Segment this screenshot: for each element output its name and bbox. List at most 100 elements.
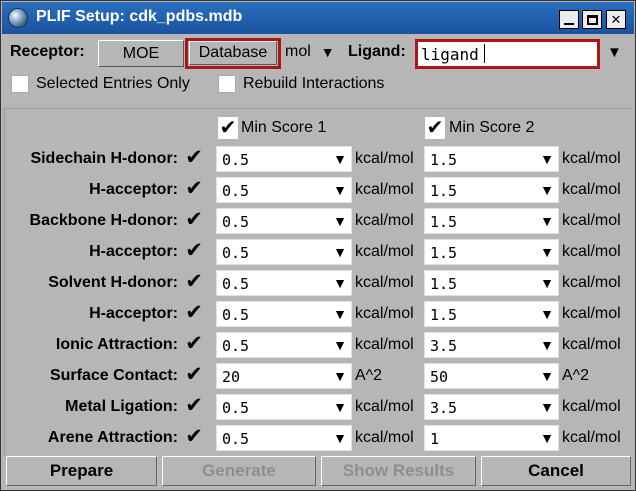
score-1-unit: kcal/mol (355, 212, 414, 229)
score-2-select[interactable]: 1.5 ▼ (424, 208, 559, 234)
score-2-unit: kcal/mol (562, 181, 621, 198)
score-1-select[interactable]: 0.5 ▼ (216, 208, 352, 234)
score-1-select[interactable]: 0.5 ▼ (216, 177, 352, 203)
chevron-down-icon: ▼ (540, 430, 554, 446)
score-2-value: 3.5 (430, 337, 458, 355)
score-1-select[interactable]: 0.5 ▼ (216, 425, 352, 451)
score-1-select[interactable]: 0.5 ▼ (216, 332, 352, 358)
moe-button[interactable]: MOE (98, 40, 184, 67)
row-label: H-acceptor: (89, 305, 178, 322)
score-2-unit: kcal/mol (562, 305, 621, 322)
row-enable-checkbox[interactable]: ✔ (184, 302, 204, 324)
row-enable-checkbox[interactable]: ✔ (184, 364, 204, 386)
score-1-value: 0.5 (222, 275, 250, 293)
mol-select-value: mol (285, 43, 311, 60)
score-1-unit: kcal/mol (355, 398, 414, 415)
chevron-down-icon: ▼ (540, 213, 554, 229)
ligand-input[interactable] (421, 44, 591, 64)
row-label: Solvent H-donor: (48, 274, 178, 291)
score-1-value: 0.5 (222, 213, 250, 231)
score-2-select[interactable]: 3.5 ▼ (424, 394, 559, 420)
score-1-value: 0.5 (222, 430, 250, 448)
rebuild-interactions-checkbox[interactable] (218, 75, 236, 93)
min-score-1-header: Min Score 1 (241, 119, 327, 136)
generate-button[interactable]: Generate (162, 456, 316, 486)
score-1-select[interactable]: 0.5 ▼ (216, 239, 352, 265)
score-2-select[interactable]: 1 ▼ (424, 425, 559, 451)
chevron-down-icon: ▼ (333, 275, 347, 291)
min-score-2-checkbox[interactable]: ✔ (425, 117, 445, 139)
chevron-down-icon: ▼ (320, 44, 335, 60)
score-2-unit: kcal/mol (562, 398, 621, 415)
score-1-unit: kcal/mol (355, 150, 414, 167)
score-1-unit: kcal/mol (355, 305, 414, 322)
prepare-button[interactable]: Prepare (6, 456, 157, 486)
chevron-down-icon: ▼ (333, 368, 347, 384)
score-1-select[interactable]: 0.5 ▼ (216, 270, 352, 296)
row-label: Ionic Attraction: (55, 336, 178, 353)
plif-setup-window: PLIF Setup: cdk_pdbs.mdb ✕ Receptor: MOE… (0, 0, 636, 491)
close-icon[interactable]: ✕ (606, 10, 626, 29)
score-1-value: 0.5 (222, 399, 250, 417)
title-bar[interactable]: PLIF Setup: cdk_pdbs.mdb ✕ (2, 2, 634, 34)
score-2-select[interactable]: 1.5 ▼ (424, 239, 559, 265)
score-1-unit: kcal/mol (355, 181, 414, 198)
score-2-unit: kcal/mol (562, 336, 621, 353)
score-1-value: 0.5 (222, 182, 250, 200)
score-2-unit: A^2 (562, 367, 590, 384)
minimize-icon[interactable] (559, 10, 579, 29)
mol-select[interactable]: mol ▼ (285, 43, 343, 61)
row-label: Surface Contact: (49, 367, 178, 384)
row-enable-checkbox[interactable]: ✔ (184, 395, 204, 417)
row-label: Backbone H-donor: (29, 212, 178, 229)
row-enable-checkbox[interactable]: ✔ (184, 333, 204, 355)
chevron-down-icon: ▼ (333, 337, 347, 353)
ligand-field[interactable] (415, 39, 600, 69)
score-2-select[interactable]: 3.5 ▼ (424, 332, 559, 358)
score-1-select[interactable]: 0.5 ▼ (216, 146, 352, 172)
row-enable-checkbox[interactable]: ✔ (184, 147, 204, 169)
score-2-value: 1.5 (430, 182, 458, 200)
selected-entries-checkbox[interactable] (11, 75, 29, 93)
row-enable-checkbox[interactable]: ✔ (184, 426, 204, 448)
chevron-down-icon: ▼ (540, 182, 554, 198)
score-2-select[interactable]: 1.5 ▼ (424, 301, 559, 327)
text-caret (484, 44, 485, 63)
row-enable-checkbox[interactable]: ✔ (184, 240, 204, 262)
score-1-select[interactable]: 20 ▼ (216, 363, 352, 389)
chevron-down-icon: ▼ (540, 337, 554, 353)
row-enable-checkbox[interactable]: ✔ (184, 178, 204, 200)
score-2-select[interactable]: 1.5 ▼ (424, 177, 559, 203)
score-2-select[interactable]: 1.5 ▼ (424, 270, 559, 296)
min-score-2-header: Min Score 2 (449, 119, 535, 136)
cancel-button[interactable]: Cancel (481, 456, 631, 486)
score-2-select[interactable]: 1.5 ▼ (424, 146, 559, 172)
chevron-down-icon: ▼ (540, 399, 554, 415)
chevron-down-icon: ▼ (333, 399, 347, 415)
chevron-down-icon: ▼ (333, 306, 347, 322)
chevron-down-icon: ▼ (540, 244, 554, 260)
row-enable-checkbox[interactable]: ✔ (184, 271, 204, 293)
score-2-value: 1.5 (430, 306, 458, 324)
score-1-select[interactable]: 0.5 ▼ (216, 394, 352, 420)
score-2-unit: kcal/mol (562, 212, 621, 229)
min-score-1-checkbox[interactable]: ✔ (218, 117, 238, 139)
score-2-select[interactable]: 50 ▼ (424, 363, 559, 389)
score-2-unit: kcal/mol (562, 150, 621, 167)
maximize-icon[interactable] (582, 10, 602, 29)
row-label: Metal Ligation: (65, 398, 178, 415)
score-2-value: 50 (430, 368, 449, 386)
chevron-down-icon: ▼ (333, 430, 347, 446)
score-1-value: 20 (222, 368, 241, 386)
window-title: PLIF Setup: cdk_pdbs.mdb (36, 8, 243, 25)
row-enable-checkbox[interactable]: ✔ (184, 209, 204, 231)
chevron-down-icon[interactable]: ▼ (607, 44, 622, 61)
show-results-button[interactable]: Show Results (321, 456, 476, 486)
database-button[interactable]: Database (189, 41, 277, 65)
score-2-value: 1.5 (430, 213, 458, 231)
score-2-unit: kcal/mol (562, 274, 621, 291)
row-label: H-acceptor: (89, 243, 178, 260)
app-icon (8, 8, 28, 28)
score-1-select[interactable]: 0.5 ▼ (216, 301, 352, 327)
chevron-down-icon: ▼ (333, 151, 347, 167)
